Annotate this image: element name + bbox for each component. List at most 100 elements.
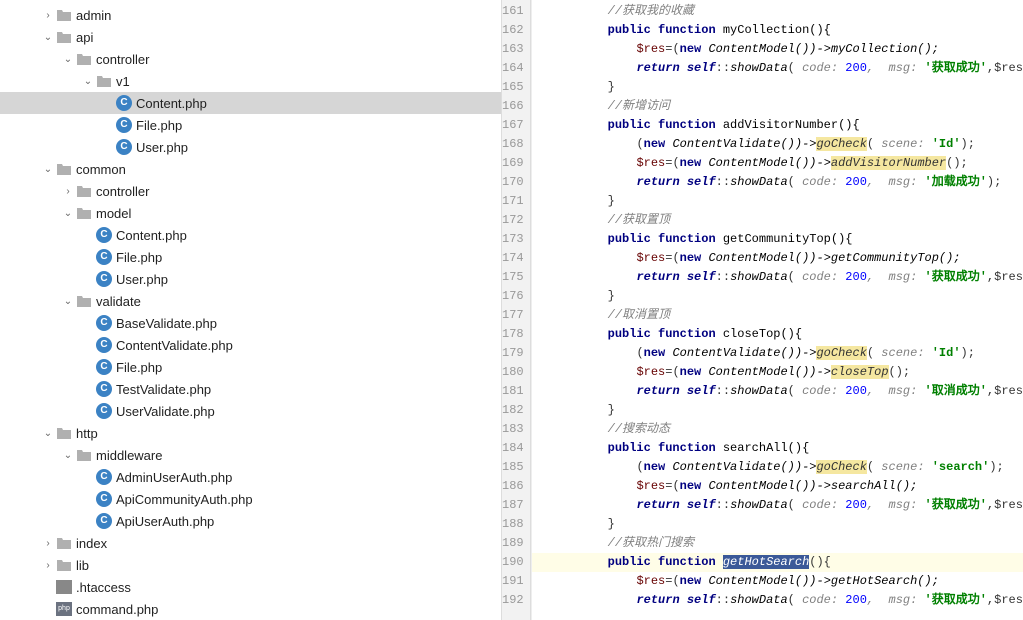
folder-icon: [76, 448, 92, 462]
expand-arrow-icon[interactable]: ⌄: [40, 428, 56, 439]
expand-arrow-icon[interactable]: ⌄: [40, 164, 56, 175]
tree-item-basevalidate-php[interactable]: CBaseValidate.php: [0, 312, 501, 334]
line-number: 169: [502, 154, 530, 173]
tree-item-file-php[interactable]: CFile.php: [0, 356, 501, 378]
expand-arrow-icon[interactable]: ›: [40, 538, 56, 549]
code-line: //新增访问: [532, 97, 1023, 116]
class-file-icon: C: [96, 271, 112, 287]
tree-item-content-php[interactable]: C Content.php: [0, 92, 501, 114]
class-file-icon: C: [96, 337, 112, 353]
line-number: 175: [502, 268, 530, 287]
tree-item-adminuserauth-php[interactable]: CAdminUserAuth.php: [0, 466, 501, 488]
code-line: public function getHotSearch(){: [532, 553, 1023, 572]
code-line: }: [532, 515, 1023, 534]
code-line: $res=(new ContentModel())->getCommunityT…: [532, 249, 1023, 268]
line-number: 181: [502, 382, 530, 401]
expand-arrow-icon[interactable]: ⌄: [40, 32, 56, 43]
expand-arrow-icon[interactable]: ›: [60, 186, 76, 197]
tree-item-api[interactable]: ⌄api: [0, 26, 501, 48]
line-number: 174: [502, 249, 530, 268]
tree-item-validate[interactable]: ⌄ validate: [0, 290, 501, 312]
tree-item-apiuserauth-php[interactable]: CApiUserAuth.php: [0, 510, 501, 532]
tree-item-label: index: [76, 536, 107, 551]
code-editor[interactable]: 1611621631641651661671681691701711721731…: [502, 0, 1023, 620]
tree-item-common[interactable]: ⌄ common: [0, 158, 501, 180]
line-number: 187: [502, 496, 530, 515]
expand-arrow-icon[interactable]: ⌄: [60, 450, 76, 461]
class-file-icon: C: [96, 315, 112, 331]
file-tree-sidebar[interactable]: ›admin⌄api⌄controller⌄v1CContent.phpCFil…: [0, 0, 502, 620]
tree-item-v1[interactable]: ⌄v1: [0, 70, 501, 92]
folder-icon: [96, 74, 112, 88]
tree-item-http[interactable]: ⌄ http: [0, 422, 501, 444]
class-file-icon: C: [96, 491, 112, 507]
code-area[interactable]: //获取我的收藏 public function myCollection(){…: [532, 0, 1023, 620]
expand-arrow-icon[interactable]: ›: [40, 10, 56, 21]
expand-arrow-icon[interactable]: ⌄: [60, 296, 76, 307]
expand-arrow-icon[interactable]: ⌄: [60, 208, 76, 219]
code-line: //取消置顶: [532, 306, 1023, 325]
tree-item--htaccess[interactable]: .htaccess: [0, 576, 501, 598]
tree-item-label: middleware: [96, 448, 162, 463]
tree-item-label: http: [76, 426, 98, 441]
class-file-icon: C: [96, 249, 112, 265]
class-file-icon: C: [116, 95, 132, 111]
tree-item-command-php[interactable]: phpcommand.php: [0, 598, 501, 620]
tree-item-uservalidate-php[interactable]: CUserValidate.php: [0, 400, 501, 422]
code-line: return self::showData( code: 200, msg: '…: [532, 59, 1023, 78]
code-line: public function myCollection(){: [532, 21, 1023, 40]
expand-arrow-icon[interactable]: ›: [40, 560, 56, 571]
code-line: return self::showData( code: 200, msg: '…: [532, 173, 1023, 192]
tree-item-label: Content.php: [136, 96, 207, 111]
code-line: return self::showData( code: 200, msg: '…: [532, 268, 1023, 287]
line-number: 188: [502, 515, 530, 534]
tree-item-label: common: [76, 162, 126, 177]
tree-item-contentvalidate-php[interactable]: CContentValidate.php: [0, 334, 501, 356]
code-line: //获取置顶: [532, 211, 1023, 230]
line-number: 168: [502, 135, 530, 154]
expand-arrow-icon[interactable]: ⌄: [80, 76, 96, 87]
folder-icon: [76, 206, 92, 220]
tree-item-user-php[interactable]: CUser.php: [0, 136, 501, 158]
line-number-gutter: 1611621631641651661671681691701711721731…: [502, 0, 531, 620]
line-number: 161: [502, 2, 530, 21]
tree-item-lib[interactable]: ›lib: [0, 554, 501, 576]
tree-item-controller[interactable]: ⌄controller: [0, 48, 501, 70]
code-line: }: [532, 287, 1023, 306]
class-file-icon: C: [96, 513, 112, 529]
tree-item-model[interactable]: ⌄model: [0, 202, 501, 224]
tree-item-index[interactable]: › index: [0, 532, 501, 554]
tree-item-middleware[interactable]: ⌄ middleware: [0, 444, 501, 466]
tree-item-label: UserValidate.php: [116, 404, 215, 419]
folder-icon: [76, 184, 92, 198]
line-number: 178: [502, 325, 530, 344]
tree-item-apicommunityauth-php[interactable]: CApiCommunityAuth.php: [0, 488, 501, 510]
code-line: return self::showData( code: 200, msg: '…: [532, 496, 1023, 515]
class-file-icon: C: [116, 139, 132, 155]
code-line: $res=(new ContentModel())->addVisitorNum…: [532, 154, 1023, 173]
line-number: 190: [502, 553, 530, 572]
tree-item-user-php[interactable]: C User.php: [0, 268, 501, 290]
code-line: (new ContentValidate())->goCheck( scene:…: [532, 135, 1023, 154]
tree-item-testvalidate-php[interactable]: CTestValidate.php: [0, 378, 501, 400]
tree-item-admin[interactable]: ›admin: [0, 4, 501, 26]
code-line: }: [532, 192, 1023, 211]
tree-item-label: User.php: [116, 272, 168, 287]
line-number: 162: [502, 21, 530, 40]
tree-item-label: validate: [96, 294, 141, 309]
code-line: return self::showData( code: 200, msg: '…: [532, 591, 1023, 610]
tree-item-controller[interactable]: ›controller: [0, 180, 501, 202]
code-line: public function searchAll(){: [532, 439, 1023, 458]
tree-item-file-php[interactable]: CFile.php: [0, 114, 501, 136]
line-number: 164: [502, 59, 530, 78]
line-number: 172: [502, 211, 530, 230]
line-number: 177: [502, 306, 530, 325]
folder-icon: [56, 162, 72, 176]
tree-item-content-php[interactable]: CContent.php: [0, 224, 501, 246]
tree-item-label: File.php: [116, 360, 162, 375]
expand-arrow-icon[interactable]: ⌄: [60, 54, 76, 65]
tree-item-file-php[interactable]: CFile.php: [0, 246, 501, 268]
class-file-icon: C: [96, 381, 112, 397]
line-number: 163: [502, 40, 530, 59]
line-number: 182: [502, 401, 530, 420]
